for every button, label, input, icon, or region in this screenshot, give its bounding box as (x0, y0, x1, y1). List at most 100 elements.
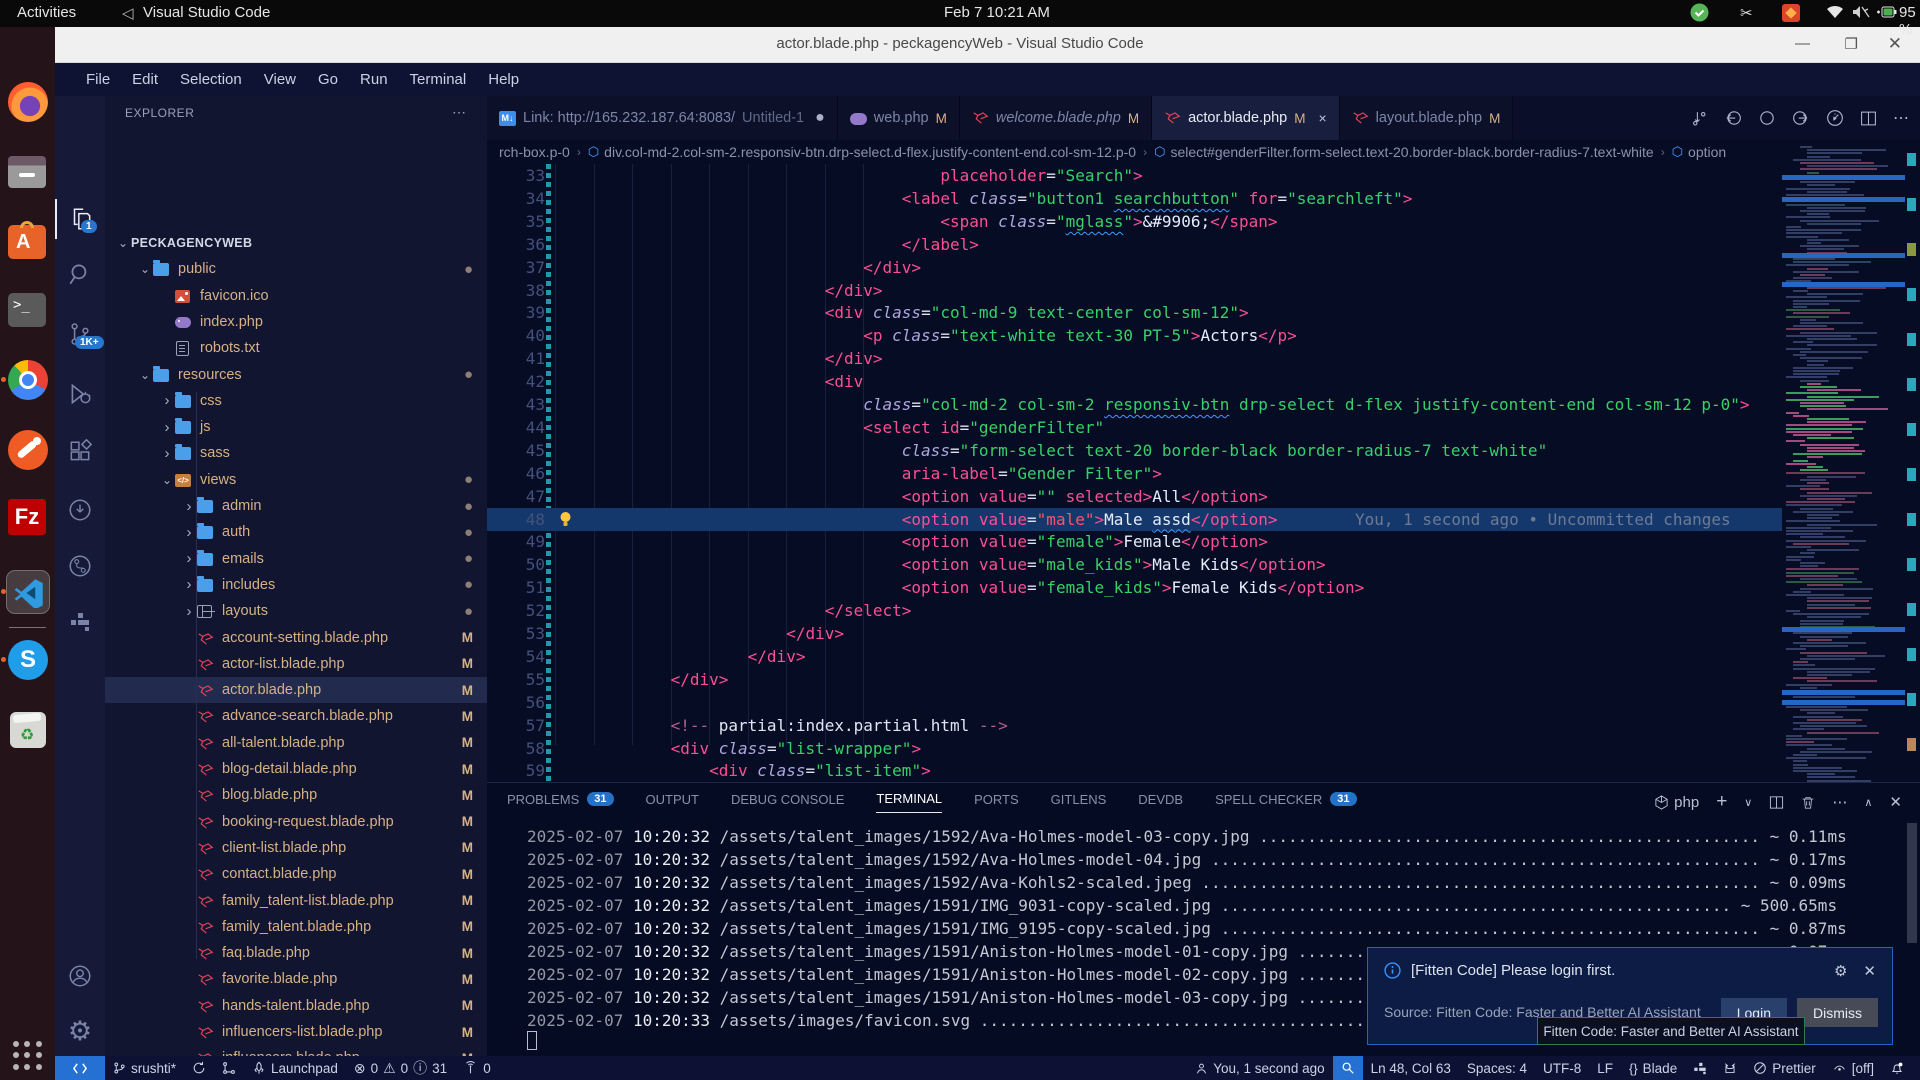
panel-tab-gitlens[interactable]: GITLENS (1051, 792, 1107, 813)
split-editor-icon[interactable] (1860, 110, 1877, 127)
statusbar-problems[interactable]: ⊗0⚠0ⓘ31 (346, 1056, 455, 1080)
nav-forward-icon[interactable] (1792, 109, 1810, 127)
activitybar-settings-icon[interactable]: ⚙ (55, 1011, 105, 1051)
dock-firefox[interactable] (8, 82, 48, 122)
statusbar-indentation[interactable]: Spaces: 4 (1459, 1056, 1535, 1080)
explorer-more-actions[interactable]: ⋯ (452, 104, 467, 121)
maximize-panel-icon[interactable]: ∧ (1864, 796, 1872, 809)
breadcrumb-item[interactable]: ⬡option (1672, 144, 1727, 160)
tree-item-hands-talent.blade.php[interactable]: hands-talent.blade.phpM (105, 993, 487, 1019)
statusbar-launchpad[interactable]: Launchpad (244, 1056, 346, 1080)
minimize-button[interactable]: — (1795, 35, 1810, 52)
tree-item-family_talent.blade.php[interactable]: family_talent.blade.phpM (105, 914, 487, 940)
menu-file[interactable]: File (75, 71, 121, 88)
statusbar-cursor-position[interactable]: Ln 48, Col 63 (1363, 1056, 1459, 1080)
activitybar-search-icon[interactable] (55, 254, 105, 294)
clock[interactable]: Feb 7 10:21 AM (944, 4, 1050, 21)
show-applications-button[interactable] (13, 1041, 43, 1071)
activitybar-live-share-icon[interactable] (55, 490, 105, 530)
menu-go[interactable]: Go (307, 71, 349, 88)
tab-Link: http://165.232.187.64:8083/[interactable]: M↓Link: http://165.232.187.64:8083/Untit… (487, 96, 838, 140)
notification-close-icon[interactable]: ✕ (1863, 962, 1876, 980)
panel-tab-output[interactable]: OUTPUT (646, 792, 699, 813)
statusbar-sync[interactable] (184, 1056, 214, 1080)
activitybar-devdb-icon[interactable] (55, 602, 105, 642)
dock-postman[interactable] (8, 430, 48, 470)
panel-tab-spell-checker[interactable]: SPELL CHECKER31 (1215, 792, 1356, 813)
dock-chrome[interactable] (8, 360, 48, 400)
run-code-icon[interactable] (1826, 109, 1844, 127)
activitybar-gitlens-icon[interactable] (55, 546, 105, 586)
tree-item-public[interactable]: ⌄public● (105, 256, 487, 282)
tree-item-favorite.blade.php[interactable]: favorite.blade.phpM (105, 966, 487, 992)
tree-item-contact.blade.php[interactable]: contact.blade.phpM (105, 861, 487, 887)
breadcrumb-item[interactable]: rch-box.p-0 (499, 144, 570, 160)
statusbar-vscode-pets[interactable] (1715, 1056, 1745, 1080)
tree-item-index.php[interactable]: index.php (105, 309, 487, 335)
menu-edit[interactable]: Edit (121, 71, 169, 88)
nav-back-icon[interactable] (1724, 109, 1742, 127)
statusbar-search[interactable] (1333, 1056, 1363, 1080)
statusbar-devdb[interactable] (1685, 1056, 1715, 1080)
menu-terminal[interactable]: Terminal (399, 71, 478, 88)
panel-tab-ports[interactable]: PORTS (974, 792, 1019, 813)
close-tab-icon[interactable]: × (1318, 110, 1326, 126)
tree-item-sass[interactable]: ›sass (105, 440, 487, 466)
tree-item-booking-request.blade.php[interactable]: booking-request.blade.phpM (105, 809, 487, 835)
minimap[interactable] (1782, 140, 1905, 782)
tree-item-all-talent.blade.php[interactable]: all-talent.blade.phpM (105, 730, 487, 756)
tree-item-advance-search.blade.php[interactable]: advance-search.blade.phpM (105, 703, 487, 729)
tab-web.php[interactable]: web.phpM (838, 96, 960, 140)
menu-view[interactable]: View (253, 71, 307, 88)
dismiss-button[interactable]: Dismiss (1797, 998, 1878, 1027)
tree-item-actor-list.blade.php[interactable]: actor-list.blade.phpM (105, 651, 487, 677)
terminal-shell-label[interactable]: php (1654, 794, 1699, 811)
tree-item-faq.blade.php[interactable]: faq.blade.phpM (105, 940, 487, 966)
statusbar-remote[interactable] (55, 1056, 105, 1080)
tree-root[interactable]: ⌄PECKAGENCYWEB (105, 230, 487, 256)
tree-item-emails[interactable]: ›emails● (105, 546, 487, 572)
topbar-app-name[interactable]: Visual Studio Code (143, 4, 270, 21)
tree-item-blog.blade.php[interactable]: blog.blade.phpM (105, 782, 487, 808)
breadcrumb-item[interactable]: ⬡div.col-md-2.col-sm-2.responsiv-btn.drp… (588, 144, 1136, 160)
dock-ubuntu-software[interactable]: A (8, 222, 48, 262)
tree-item-resources[interactable]: ⌄resources● (105, 362, 487, 388)
tree-item-admin[interactable]: ›admin● (105, 493, 487, 519)
tree-item-blog-detail.blade.php[interactable]: blog-detail.blade.phpM (105, 756, 487, 782)
tab-actor.blade.php[interactable]: actor.blade.phpM× (1152, 96, 1340, 140)
statusbar-ports[interactable]: 0 (455, 1056, 499, 1080)
more-actions-icon[interactable]: ⋯ (1893, 108, 1910, 128)
new-terminal-icon[interactable]: + (1716, 791, 1727, 813)
tab-welcome.blade.php[interactable]: welcome.blade.phpM (960, 96, 1152, 140)
activitybar-explorer-icon[interactable] (55, 199, 105, 239)
tree-item-js[interactable]: ›js (105, 414, 487, 440)
statusbar-branch[interactable]: srushti* (105, 1056, 184, 1080)
dock-vscode[interactable] (8, 572, 48, 612)
dock-trash[interactable]: ♻ (8, 710, 48, 750)
statusbar-fitten-toggle[interactable]: [off] (1824, 1056, 1882, 1080)
tree-item-actor.blade.php[interactable]: actor.blade.phpM (105, 677, 487, 703)
terminal-scrollbar[interactable] (1907, 823, 1917, 943)
statusbar-source-control-graph[interactable] (214, 1056, 244, 1080)
tree-item-auth[interactable]: ›auth● (105, 519, 487, 545)
dock-terminal[interactable]: >_ (8, 290, 48, 330)
tree-item-client-list.blade.php[interactable]: client-list.blade.phpM (105, 835, 487, 861)
panel-tab-devdb[interactable]: DEVDB (1138, 792, 1183, 813)
lightbulb-icon[interactable] (559, 511, 571, 527)
restore-button[interactable]: ❐ (1845, 35, 1858, 53)
tree-item-favicon.ico[interactable]: favicon.ico (105, 283, 487, 309)
statusbar-notifications-bell[interactable] (1882, 1056, 1912, 1080)
statusbar-prettier[interactable]: Prettier (1745, 1056, 1824, 1080)
activitybar-run-debug-icon[interactable] (55, 374, 105, 414)
kill-terminal-icon[interactable] (1801, 795, 1815, 810)
terminal-dropdown-icon[interactable]: ∨ (1744, 796, 1752, 809)
tab-layout.blade.php[interactable]: layout.blade.phpM (1340, 96, 1514, 140)
tree-item-influencers-list.blade.php[interactable]: influencers-list.blade.phpM (105, 1019, 487, 1045)
compare-changes-icon[interactable] (1691, 110, 1708, 127)
activitybar-extensions-icon[interactable] (55, 432, 105, 472)
tree-item-family_talent-list.blade.php[interactable]: family_talent-list.blade.phpM (105, 888, 487, 914)
activitybar-account-icon[interactable] (55, 956, 105, 996)
activities-button[interactable]: Activities (17, 4, 76, 21)
dock-files[interactable] (8, 152, 48, 192)
tree-item-influencers.blade.php[interactable]: influencers.blade.phpM (105, 1045, 487, 1056)
